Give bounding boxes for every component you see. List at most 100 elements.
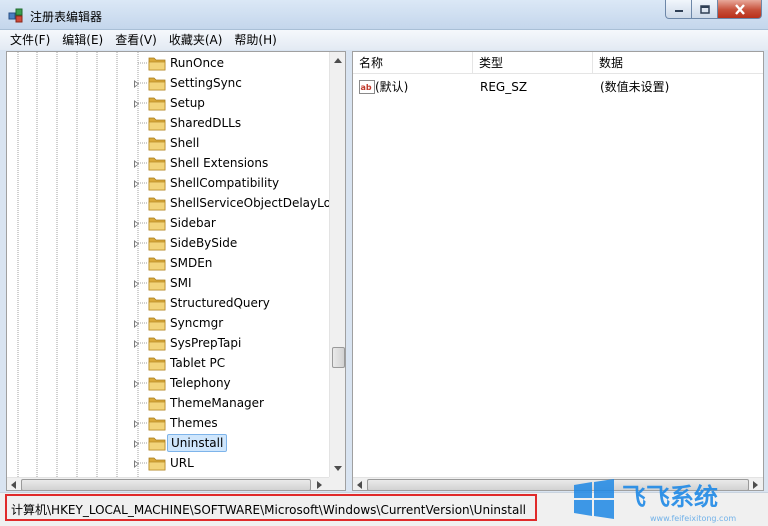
scroll-up-button[interactable] (330, 52, 345, 69)
expand-arrow-icon[interactable] (134, 160, 139, 168)
expand-arrow-icon[interactable] (134, 80, 139, 88)
folder-icon (148, 77, 166, 91)
tree-item[interactable]: Syncmgr (7, 313, 337, 333)
tree-scroll-thumb[interactable] (332, 347, 345, 368)
tree-item-label: SideBySide (170, 236, 238, 250)
expand-arrow-icon[interactable] (134, 340, 139, 348)
menu-view[interactable]: 查看(V) (109, 30, 163, 50)
tree-item[interactable]: SharedDLLs (7, 113, 337, 133)
tree-item[interactable]: URL (7, 453, 337, 473)
expand-arrow-icon[interactable] (134, 460, 139, 468)
tree-item[interactable]: SideBySide (7, 233, 337, 253)
expand-arrow-icon[interactable] (134, 440, 139, 448)
minimize-icon (674, 10, 683, 12)
folder-icon (148, 177, 166, 191)
folder-icon (148, 157, 166, 171)
column-data[interactable]: 数据 (593, 52, 763, 74)
expand-arrow-icon[interactable] (134, 220, 139, 228)
folder-icon (148, 457, 166, 471)
column-name[interactable]: 名称 (353, 52, 473, 74)
tree-hscroll-thumb[interactable] (21, 479, 311, 490)
tree-item[interactable]: SettingSync (7, 73, 337, 93)
value-list[interactable]: 名称 类型 数据 ab (默认) REG_SZ (数值未设置) (352, 51, 764, 491)
site-watermark-logo: 飞飞系统 www.feifeixitong.com (574, 479, 736, 523)
tree-item-label: Shell Extensions (170, 156, 269, 170)
maximize-button[interactable] (692, 0, 718, 19)
menu-file[interactable]: 文件(F) (4, 30, 56, 50)
expand-arrow-icon[interactable] (134, 100, 139, 108)
minimize-button[interactable] (665, 0, 692, 19)
tree-item[interactable]: ShellCompatibility (7, 173, 337, 193)
menu-favorites[interactable]: 收藏夹(A) (163, 30, 229, 50)
folder-icon (148, 237, 166, 251)
tree-horizontal-scrollbar[interactable] (7, 477, 329, 490)
scroll-down-button[interactable] (330, 460, 345, 477)
folder-icon (148, 217, 166, 231)
current-key-path: 计算机\HKEY_LOCAL_MACHINE\SOFTWARE\Microsof… (11, 503, 526, 517)
list-row[interactable]: ab (默认) REG_SZ (数值未设置) (353, 77, 763, 97)
tree-item[interactable]: StructuredQuery (7, 293, 337, 313)
folder-icon (148, 257, 166, 271)
tree-item[interactable]: SysPrepTapi (7, 333, 337, 353)
title-bar[interactable]: 注册表编辑器 (0, 0, 768, 30)
expand-arrow-icon[interactable] (134, 280, 139, 288)
menu-bar: 文件(F) 编辑(E) 查看(V) 收藏夹(A) 帮助(H) (0, 30, 768, 50)
menu-edit[interactable]: 编辑(E) (56, 30, 109, 50)
arrow-left-icon[interactable] (357, 481, 362, 489)
folder-icon (148, 417, 166, 431)
folder-icon (148, 137, 166, 151)
arrow-right-icon[interactable] (317, 481, 322, 489)
value-name: (默认) (375, 80, 409, 94)
tree-item-label: Tablet PC (170, 356, 226, 370)
folder-icon (148, 317, 166, 331)
key-tree[interactable]: RunOnce SettingSync Setup SharedDLLs Shell Sh… (6, 51, 346, 491)
tree-item-label: URL (170, 456, 194, 470)
tree-item[interactable]: Setup (7, 93, 337, 113)
expand-arrow-icon[interactable] (134, 320, 139, 328)
tree-item-label: Uninstall (167, 434, 228, 452)
expand-arrow-icon[interactable] (134, 240, 139, 248)
tree-item[interactable]: Telephony (7, 373, 337, 393)
tree-item-label: Telephony (170, 376, 231, 390)
tree-item[interactable]: Themes (7, 413, 337, 433)
tree-item-label: SharedDLLs (170, 116, 242, 130)
tree-item-label: SMI (170, 276, 192, 290)
string-value-icon: ab (359, 80, 375, 94)
tree-item-label: ShellCompatibility (170, 176, 280, 190)
list-header: 名称 类型 数据 (353, 52, 763, 74)
tree-item[interactable]: ThemeManager (7, 393, 337, 413)
tree-item[interactable]: SMI (7, 273, 337, 293)
tree-item[interactable]: Sidebar (7, 213, 337, 233)
expand-arrow-icon[interactable] (134, 420, 139, 428)
watermark-text: 飞飞系统 (622, 483, 718, 511)
tree-item[interactable]: RunOnce (7, 53, 337, 73)
column-type[interactable]: 类型 (473, 52, 593, 74)
registry-editor-icon (8, 8, 23, 23)
tree-item[interactable]: Shell Extensions (7, 153, 337, 173)
folder-icon (148, 197, 166, 211)
maximize-icon (699, 4, 710, 14)
folder-icon (148, 397, 166, 411)
value-type: REG_SZ (480, 80, 528, 94)
folder-icon (148, 277, 166, 291)
tree-item[interactable]: SMDEn (7, 253, 337, 273)
highlighted-path-box: 计算机\HKEY_LOCAL_MACHINE\SOFTWARE\Microsof… (5, 494, 537, 521)
arrow-down-icon (334, 466, 342, 471)
tree-item[interactable]: Tablet PC (7, 353, 337, 373)
scroll-corner (329, 477, 345, 490)
tree-vertical-scrollbar[interactable] (329, 52, 345, 477)
client-area: RunOnce SettingSync Setup SharedDLLs Shell Sh… (0, 50, 768, 492)
tree-item[interactable]: ShellServiceObjectDelayLoad (7, 193, 345, 213)
folder-icon (148, 57, 166, 71)
window-title: 注册表编辑器 (30, 10, 103, 24)
expand-arrow-icon[interactable] (134, 380, 139, 388)
folder-icon (148, 357, 166, 371)
expand-arrow-icon[interactable] (134, 180, 139, 188)
close-button[interactable] (718, 0, 762, 19)
arrow-left-icon[interactable] (11, 481, 16, 489)
tree-item-label: Sidebar (170, 216, 216, 230)
tree-item[interactable]: Shell (7, 133, 337, 153)
tree-item-label: Setup (170, 96, 205, 110)
menu-help[interactable]: 帮助(H) (228, 30, 282, 50)
tree-item[interactable]: Uninstall (7, 433, 337, 453)
